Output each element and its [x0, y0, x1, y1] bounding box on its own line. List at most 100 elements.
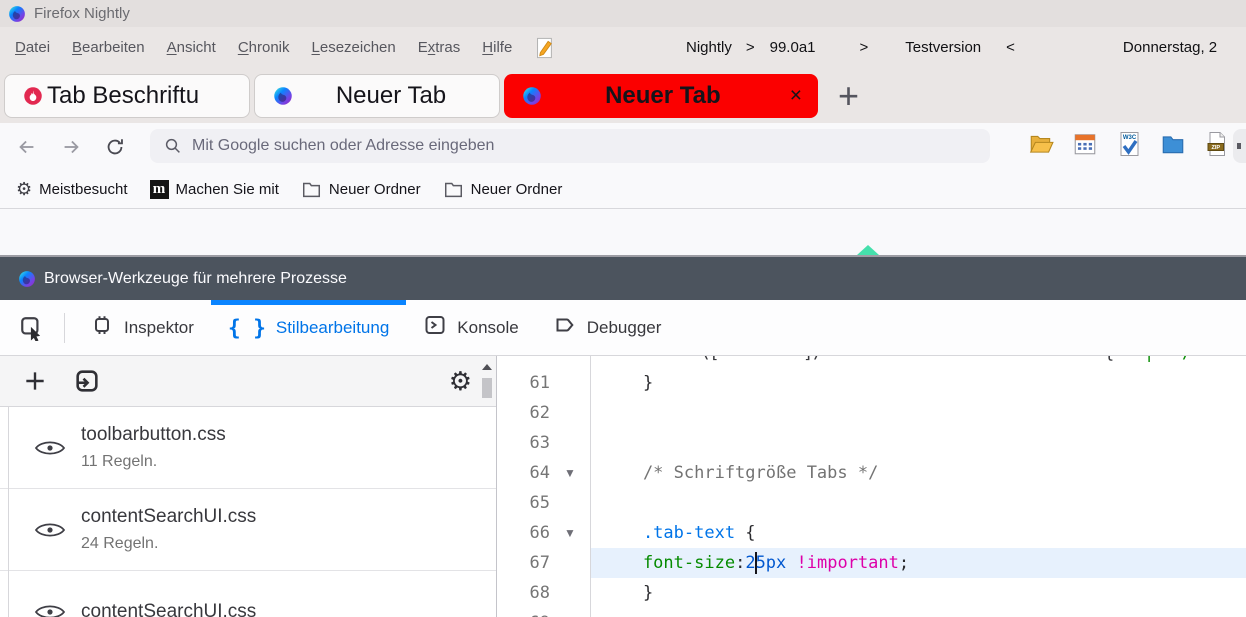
visibility-eye-icon[interactable]: [33, 436, 67, 460]
browser-tab[interactable]: Neuer Tab ×: [504, 73, 818, 118]
code-content: /* Schriftgröße Tabs */: [602, 463, 879, 483]
code-content: font-size:25px !important;: [590, 548, 1246, 578]
menu-item-hilfe[interactable]: Hilfe: [475, 35, 519, 60]
import-stylesheet-button[interactable]: [70, 364, 104, 398]
stylesheet-item[interactable]: toolbarbutton.css 11 Regeln.: [0, 407, 496, 489]
w3c-validator-button[interactable]: W3C: [1114, 132, 1144, 162]
code-content: }: [602, 583, 654, 603]
svg-text:W3C: W3C: [1123, 135, 1137, 141]
braces-icon: { }: [227, 315, 266, 340]
code-editor[interactable]: \[]/{|/ 61 }626364▼ /* Schriftgröße Tabs…: [497, 356, 1246, 617]
sidebar-scrollbar[interactable]: [480, 360, 494, 617]
notes-pencil-icon[interactable]: [533, 36, 555, 60]
new-tab-button[interactable]: +: [834, 77, 863, 114]
tab-close-icon[interactable]: ×: [784, 84, 808, 108]
tab-label-fade: [743, 78, 784, 113]
m-badge-icon: m: [149, 179, 169, 199]
fold-gutter: [550, 428, 590, 458]
new-stylesheet-button[interactable]: [18, 364, 52, 398]
code-content: [590, 488, 1246, 518]
stylesheet-item[interactable]: contentSearchUI.css 24 Regeln.: [0, 489, 496, 571]
browser-tab[interactable]: Neuer Tab: [254, 73, 500, 118]
menu-item-ansicht[interactable]: Ansicht: [160, 35, 223, 60]
clipped-glyph: |: [1144, 356, 1154, 363]
clipped-glyph: ]/: [803, 356, 823, 363]
line-number: 67: [529, 553, 550, 573]
devtools-panel: Browser-Werkzeuge für mehrere Prozesse I…: [0, 255, 1246, 617]
window-title: Firefox Nightly: [34, 5, 130, 22]
forward-button[interactable]: [54, 130, 88, 164]
visibility-eye-icon[interactable]: [33, 518, 67, 542]
bookmark-label: Machen Sie mit: [175, 180, 279, 198]
menu-item-extras[interactable]: Extras: [411, 35, 468, 60]
element-picker-button[interactable]: [8, 306, 56, 350]
devtools-tab-inspektor[interactable]: Inspektor: [73, 300, 211, 355]
devtools-tab-row: Inspektor { } Stilbearbeitung Konsole Debugg…: [0, 300, 1246, 356]
code-line: 69: [497, 608, 1246, 617]
bookmark-label: Meistbesucht: [39, 180, 128, 198]
browser-tab[interactable]: Tab Beschriftu: [4, 73, 250, 118]
fold-gutter: [550, 488, 590, 518]
clipped-glyph: \[: [699, 356, 719, 363]
scrollbar-thumb[interactable]: [482, 378, 492, 398]
reload-icon: [107, 138, 123, 154]
menu-item-chronik[interactable]: Chronik: [231, 35, 297, 60]
menu-item-datei[interactable]: Datei: [8, 35, 57, 60]
bookmark-item[interactable]: m Machen Sie mit: [149, 179, 279, 199]
tab-label: Neuer Tab: [542, 78, 784, 113]
devtools-tab-debugger[interactable]: Debugger: [536, 300, 679, 355]
code-content: .tab-text {: [602, 523, 756, 543]
stylesheet-item[interactable]: contentSearchUI.css: [0, 571, 496, 617]
line-number: 68: [529, 583, 550, 603]
bookmark-item[interactable]: Neuer Ordner: [301, 180, 421, 199]
calendar-button[interactable]: [1070, 132, 1100, 162]
code-content: [590, 428, 1246, 458]
devtools-tab-label: Inspektor: [124, 317, 194, 337]
import-icon: [76, 370, 98, 392]
search-icon: [165, 138, 180, 153]
open-folder-button[interactable]: [1026, 132, 1056, 162]
bookmark-item[interactable]: Neuer Ordner: [443, 180, 563, 199]
calendar-icon: [1072, 131, 1098, 162]
code-line: 63: [497, 428, 1246, 458]
bookmark-label: Neuer Ordner: [470, 180, 563, 198]
bookmark-item[interactable]: ⚙ Meistbesucht: [16, 180, 128, 198]
code-line: 61 }: [497, 368, 1246, 398]
line-number: 64: [529, 463, 550, 483]
tab-bar: Tab Beschriftu Neuer Tab Neuer Tab × +: [0, 68, 1246, 123]
scroll-up-arrow-icon[interactable]: [482, 364, 492, 370]
code-content: [590, 398, 1246, 428]
line-number: 61: [529, 373, 550, 393]
stylesheet-rule-count: 11 Regeln.: [81, 453, 158, 470]
navigation-toolbar: Mit Google suchen oder Adresse eingeben …: [0, 123, 1246, 170]
devtools-title: Browser-Werkzeuge für mehrere Prozesse: [44, 269, 347, 287]
zip-file-icon: ZIP: [1205, 131, 1229, 162]
line-number: 63: [529, 433, 550, 453]
fold-arrow-icon[interactable]: ▼: [550, 458, 590, 488]
fold-arrow-icon[interactable]: ▼: [550, 518, 590, 548]
line-number: 65: [529, 493, 550, 513]
menu-item-bearbeiten[interactable]: Bearbeiten: [65, 35, 152, 60]
clipped-toolbar-button[interactable]: [1233, 129, 1246, 163]
title-bar: Firefox Nightly: [0, 0, 1246, 27]
url-bar[interactable]: Mit Google suchen oder Adresse eingeben: [150, 129, 990, 163]
stylesheet-rule-count: 24 Regeln.: [81, 535, 159, 552]
back-button[interactable]: [10, 130, 44, 164]
style-editor-sidebar: ⚙ toolbarbutton.css 11 Regeln. contentSear…: [0, 356, 497, 617]
devtools-tab-stilbearbeitung[interactable]: { } Stilbearbeitung: [210, 300, 407, 355]
visibility-eye-icon[interactable]: [33, 600, 67, 617]
line-number: 62: [529, 403, 550, 423]
menu-item-lesezeichen[interactable]: Lesezeichen: [305, 35, 403, 60]
zip-file-button[interactable]: ZIP: [1202, 132, 1232, 162]
fold-gutter: [550, 578, 590, 608]
console-icon: [423, 313, 447, 342]
options-gear-icon[interactable]: ⚙: [449, 368, 472, 394]
back-icon: [19, 140, 34, 153]
plus-icon: [26, 372, 44, 390]
tab-label-fade: [449, 78, 489, 113]
devtools-tab-konsole[interactable]: Konsole: [406, 300, 535, 355]
stylesheet-name: toolbarbutton.css: [81, 424, 226, 445]
blue-folder-button[interactable]: [1158, 132, 1188, 162]
page-content: [0, 210, 1246, 255]
reload-button[interactable]: [98, 130, 132, 164]
